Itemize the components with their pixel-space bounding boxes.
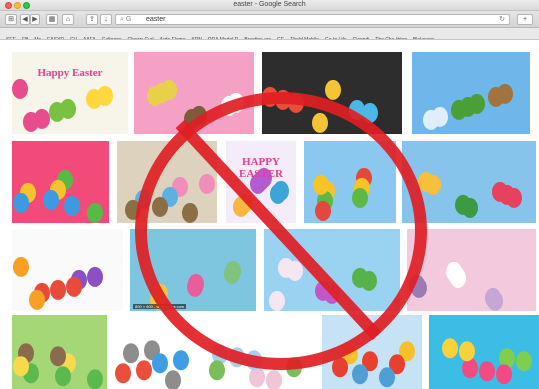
bookmark-item[interactable]: Breetins.arc (244, 34, 271, 39)
address-text: easter (146, 16, 166, 23)
image-result-eggs-scatter[interactable] (12, 229, 123, 311)
browser-toolbar: ⊞ ◀ ▶ ▦ ⌂ ⇪ ↓ ⌕ G easter ↻ + (0, 11, 539, 28)
bookmark-item[interactable]: GE (277, 34, 284, 39)
forward-button[interactable]: ▶ (30, 14, 40, 25)
bookmark-button[interactable]: ⌂ (62, 14, 74, 25)
image-result-pastel-eggs-closeup[interactable]: 800 × 600 - wallpapers.com (130, 229, 256, 311)
window-title: easter - Google Search (233, 1, 306, 8)
reload-icon[interactable]: ↻ (499, 16, 505, 24)
image-result-colored-eggs-pile[interactable] (12, 141, 109, 223)
search-icon: ⌕ G (120, 16, 132, 23)
downloads-button[interactable]: ↓ (100, 14, 112, 25)
address-bar[interactable]: ⌕ G easter ↻ (115, 14, 510, 25)
bookmark-item[interactable]: EASYR (47, 34, 64, 39)
image-result-decorated-eggs-flowers[interactable] (322, 315, 422, 389)
bookmark-item[interactable]: KRN (191, 34, 202, 39)
bookmark-item[interactable]: SEE (6, 34, 16, 39)
bookmark-item[interactable]: DRA Model R (208, 34, 238, 39)
title-bar: easter - Google Search (0, 0, 539, 11)
image-result-bunny-holding-egg[interactable] (115, 315, 197, 389)
image-result-eggs-row-grass[interactable] (402, 141, 536, 223)
sidebar-toggle-button[interactable]: ⊞ (5, 14, 17, 25)
bookmark-item[interactable]: The Cha-thing (375, 34, 407, 39)
image-result-bunny-in-grass[interactable] (412, 52, 530, 134)
bookmarks-bar: SEE FB Mc EASYR CV AAFA Caltoons Chown Curl Ardo… (0, 28, 539, 40)
browser-window: easter - Google Search ⊞ ◀ ▶ ▦ ⌂ ⇪ ↓ ⌕ G… (0, 0, 539, 389)
image-result-painted-eggs-tray[interactable] (262, 52, 402, 134)
image-result-jelly-beans[interactable] (429, 315, 539, 389)
bookmark-item[interactable]: Ardo Flame (160, 34, 186, 39)
bookmark-item[interactable]: Go to Life (325, 34, 347, 39)
share-button[interactable]: ⇪ (86, 14, 98, 25)
back-button[interactable]: ◀ (20, 14, 30, 25)
add-tab-button[interactable]: + (517, 14, 533, 25)
bookmark-item[interactable]: Caltoons (102, 34, 122, 39)
bookmark-item[interactable]: Cicondi (353, 34, 370, 39)
image-caption: 800 × 600 - wallpapers.com (133, 304, 187, 309)
image-text: HAPPY EASTER (238, 155, 284, 180)
tab-overview-button[interactable]: ▦ (46, 14, 58, 25)
image-result-eggs-spring-sky[interactable] (264, 229, 400, 311)
bookmark-item[interactable]: FB (22, 34, 28, 39)
image-result-happy-easter-sign[interactable]: HAPPY EASTER (226, 141, 296, 223)
image-result-eggs-basket[interactable] (117, 141, 217, 223)
image-result-eggs-in-flowers[interactable] (304, 141, 396, 223)
image-text: Happy Easter (37, 66, 103, 79)
image-result-happy-easter-bunny[interactable]: Happy Easter (12, 52, 128, 134)
image-result-white-bunny-frame[interactable] (205, 315, 315, 389)
bookmark-item[interactable]: Mc (34, 34, 41, 39)
image-result-white-bunny-eggs[interactable] (407, 229, 536, 311)
bookmark-item[interactable]: CV (70, 34, 77, 39)
image-results-grid: Happy Easter HAPPY EASTER 800 × 600 - wall… (0, 41, 539, 389)
bookmark-item[interactable]: Chown Curl (128, 34, 154, 39)
bookmark-item[interactable]: AAFA (83, 34, 96, 39)
bookmark-item[interactable]: Blakoung (413, 34, 434, 39)
bookmark-item[interactable]: Theld Mobile (290, 34, 319, 39)
image-result-bunnies-in-egg[interactable] (134, 52, 254, 134)
image-result-bunny-meadow[interactable] (12, 315, 107, 389)
